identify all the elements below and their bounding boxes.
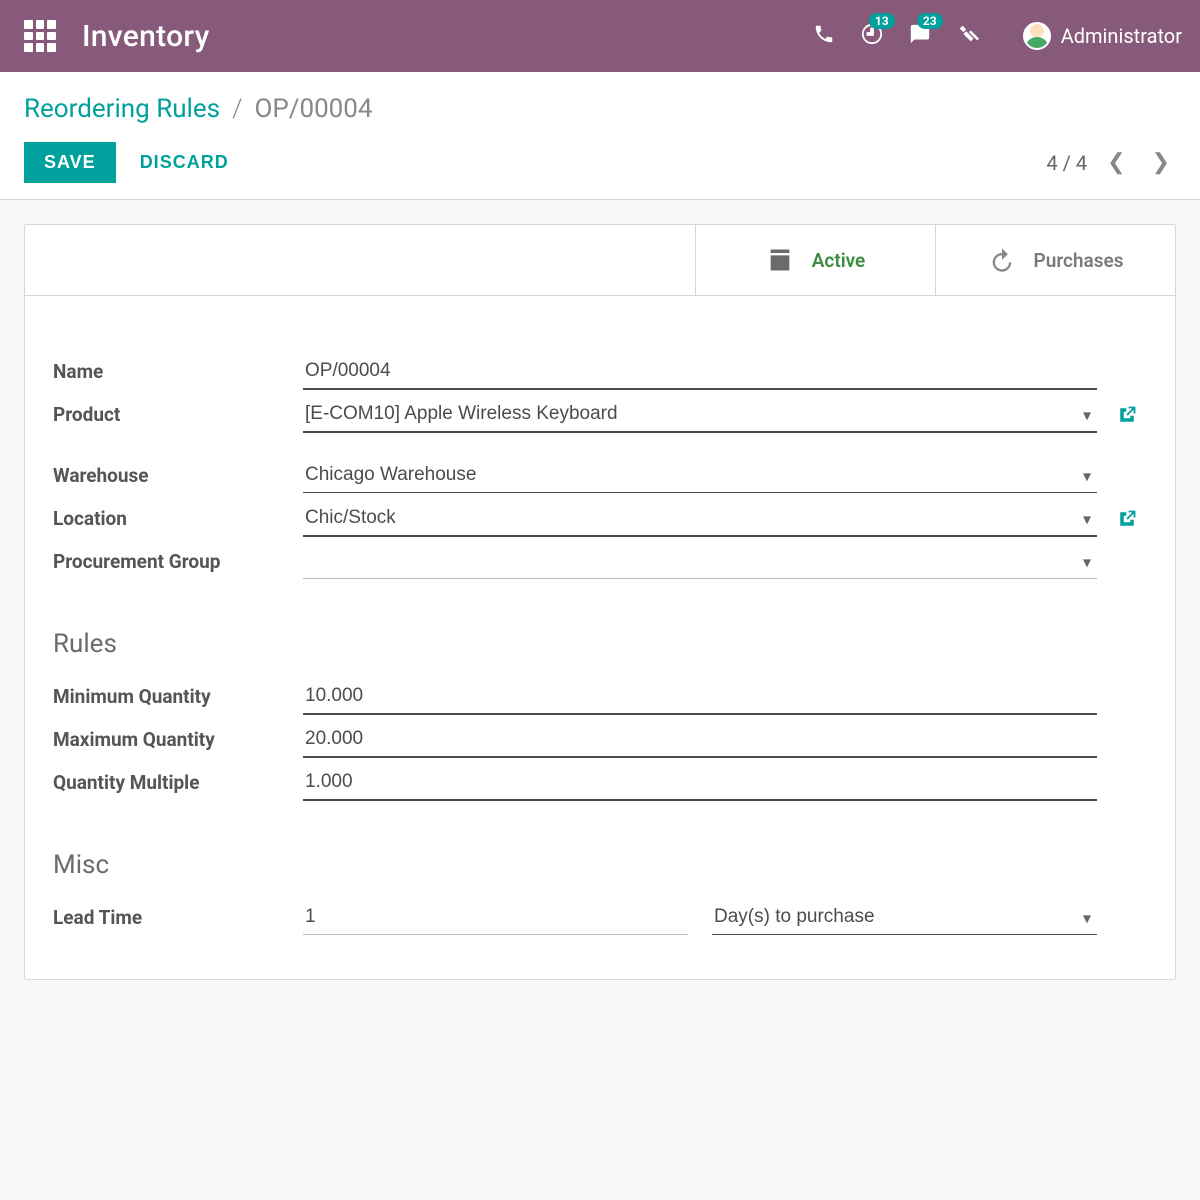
purchases-button[interactable]: Purchases: [935, 225, 1175, 295]
min-qty-label: Minimum Quantity: [53, 675, 293, 718]
name-label: Name: [53, 350, 293, 393]
stat-button-row: Active Purchases: [25, 225, 1175, 296]
actions-row: Save Discard 4 / 4 ❮ ❯: [24, 142, 1176, 183]
sheet-wrapper: Active Purchases Name Product ▾: [0, 200, 1200, 1004]
misc-section-title: Misc: [53, 804, 1147, 896]
topbar-tray: 13 23 Administrator: [813, 22, 1182, 50]
save-button[interactable]: Save: [24, 142, 116, 183]
avatar-icon: [1023, 22, 1051, 50]
phone-icon[interactable]: [813, 23, 835, 49]
warehouse-label: Warehouse: [53, 454, 293, 497]
leadtime-unit-select[interactable]: [712, 900, 1097, 935]
control-panel: Reordering Rules / OP/00004 Save Discard…: [0, 72, 1200, 200]
leadtime-value-input[interactable]: [303, 900, 688, 935]
user-name: Administrator: [1061, 24, 1182, 48]
qty-mult-input[interactable]: [303, 765, 1097, 801]
archive-icon: [766, 246, 794, 274]
tools-icon[interactable]: [957, 23, 979, 49]
breadcrumb-separator: /: [232, 94, 242, 124]
discuss-badge: 23: [917, 13, 943, 29]
location-external-link-icon[interactable]: [1107, 509, 1147, 529]
name-input[interactable]: [303, 354, 1097, 390]
procgroup-input[interactable]: [303, 544, 1097, 579]
location-input[interactable]: [303, 501, 1097, 537]
max-qty-input[interactable]: [303, 722, 1097, 758]
active-label: Active: [812, 249, 866, 272]
location-label: Location: [53, 497, 293, 540]
pager-text: 4 / 4: [1046, 151, 1087, 175]
pager-prev-icon[interactable]: ❮: [1101, 146, 1131, 179]
activities-icon[interactable]: 13: [861, 23, 883, 49]
user-menu[interactable]: Administrator: [1023, 22, 1182, 50]
discuss-icon[interactable]: 23: [909, 23, 931, 49]
min-qty-input[interactable]: [303, 679, 1097, 715]
active-toggle-button[interactable]: Active: [695, 225, 935, 295]
procgroup-label: Procurement Group: [53, 540, 293, 583]
breadcrumb: Reordering Rules / OP/00004: [24, 94, 1176, 124]
purchases-label: Purchases: [1034, 249, 1124, 272]
pager: 4 / 4 ❮ ❯: [1046, 146, 1176, 179]
pager-next-icon[interactable]: ❯: [1146, 146, 1176, 179]
rules-section-title: Rules: [53, 583, 1147, 675]
product-external-link-icon[interactable]: [1107, 405, 1147, 425]
breadcrumb-parent[interactable]: Reordering Rules: [24, 94, 220, 124]
leadtime-label: Lead Time: [53, 896, 293, 939]
app-title: Inventory: [82, 19, 210, 54]
product-label: Product: [53, 393, 293, 436]
breadcrumb-current: OP/00004: [254, 94, 372, 124]
qty-mult-label: Quantity Multiple: [53, 761, 293, 804]
form-body: Name Product ▾ Warehouse ▾ Lo: [25, 296, 1175, 979]
max-qty-label: Maximum Quantity: [53, 718, 293, 761]
form-sheet: Active Purchases Name Product ▾: [24, 224, 1176, 980]
topbar: Inventory 13 23 Administrator: [0, 0, 1200, 72]
product-input[interactable]: [303, 397, 1097, 433]
refresh-icon: [988, 246, 1016, 274]
activities-badge: 13: [869, 13, 895, 29]
apps-menu-icon[interactable]: [24, 20, 56, 52]
discard-button[interactable]: Discard: [140, 152, 229, 173]
warehouse-input[interactable]: [303, 458, 1097, 493]
